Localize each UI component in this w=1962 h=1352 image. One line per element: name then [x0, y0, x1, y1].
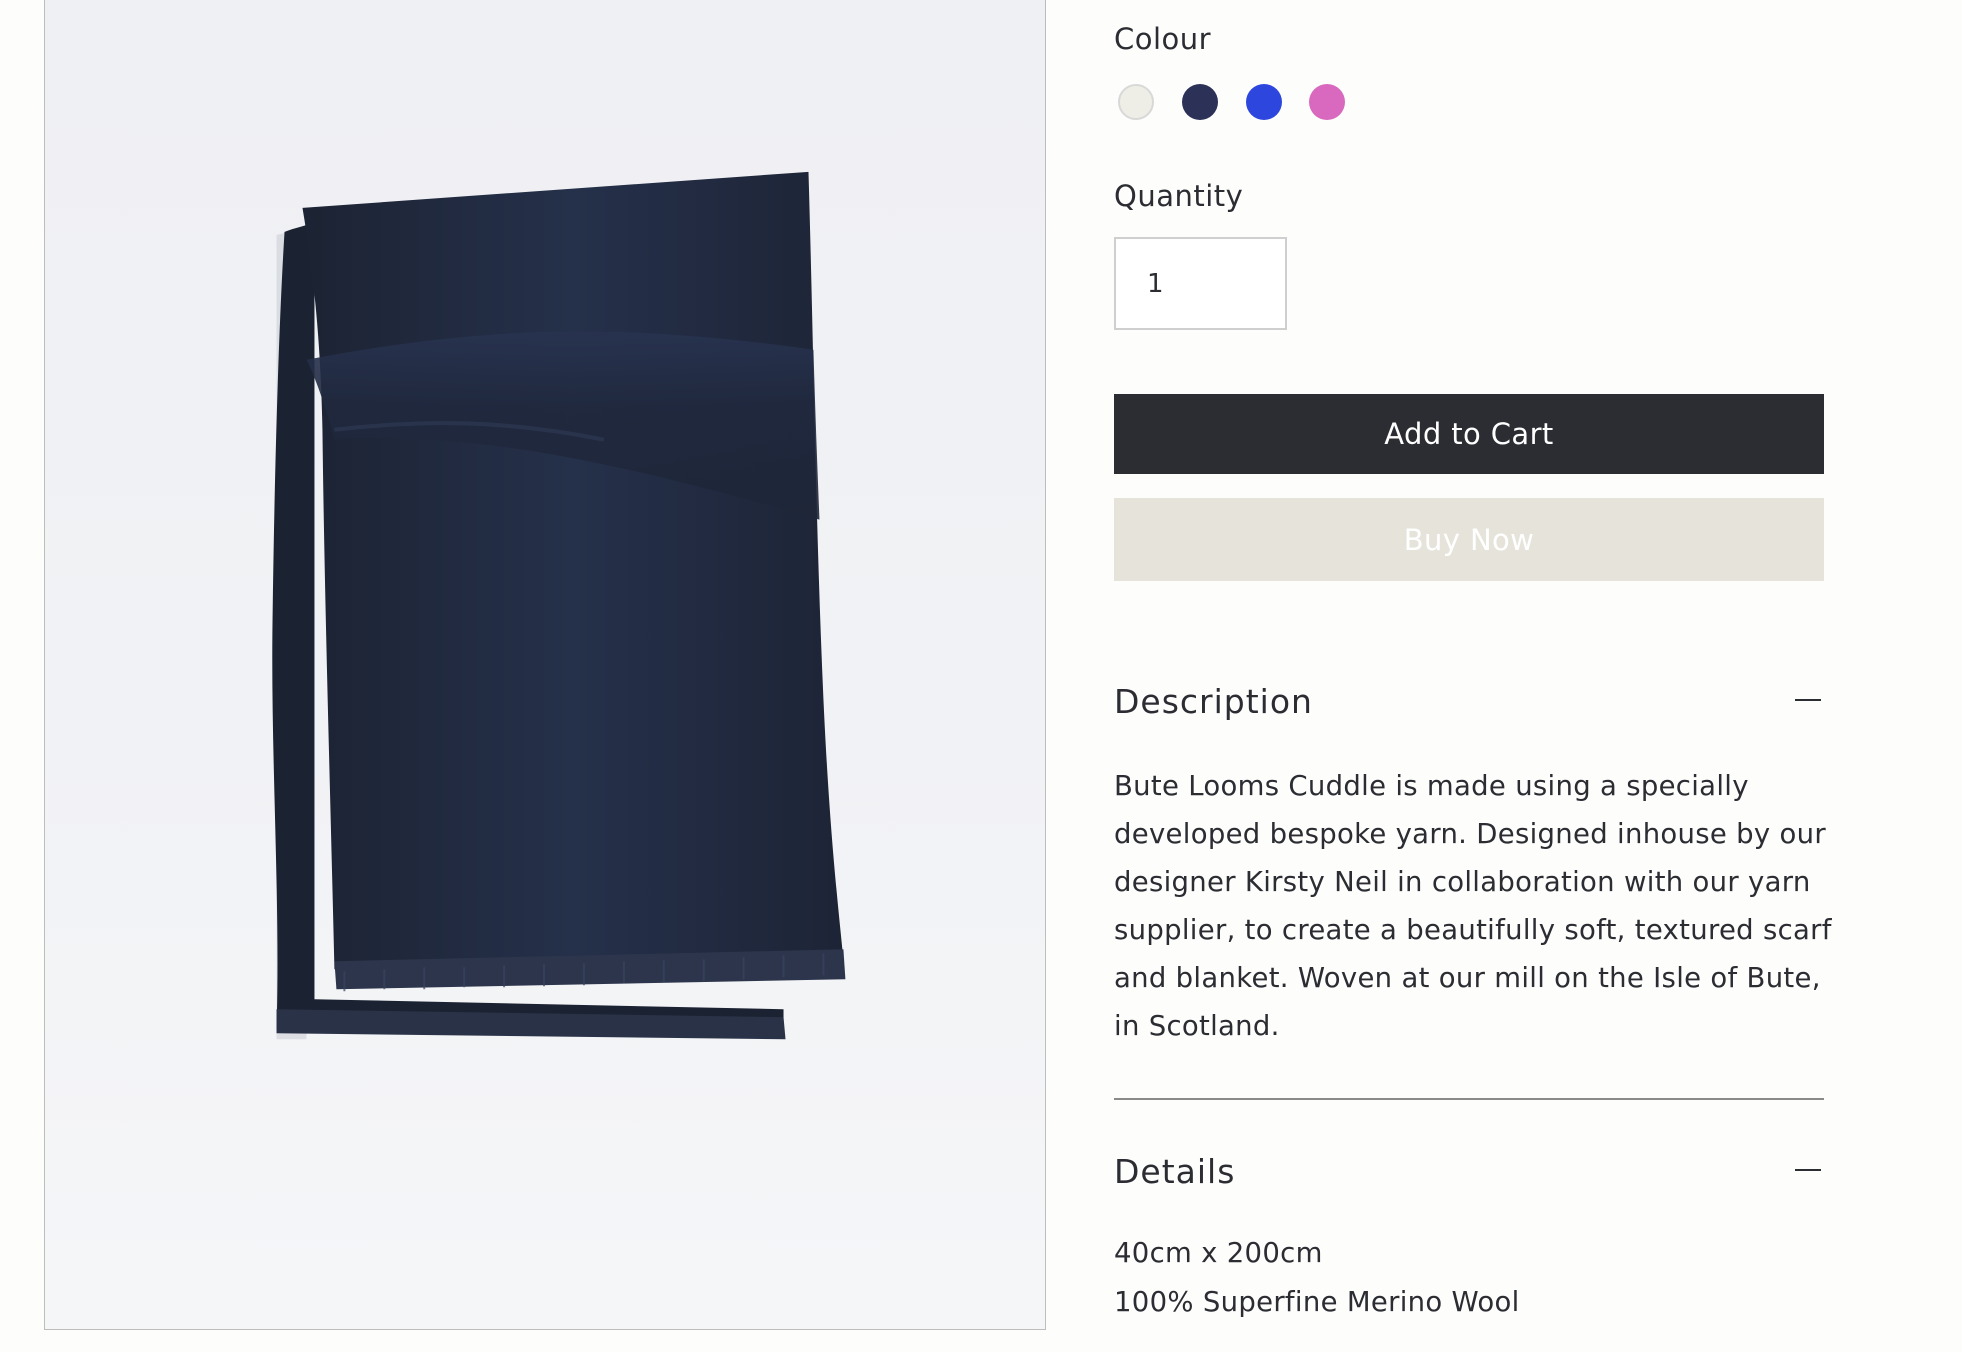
collapse-description-icon[interactable]	[1795, 699, 1821, 701]
add-to-cart-button[interactable]: Add to Cart	[1114, 394, 1824, 474]
swatch-blue[interactable]	[1246, 84, 1282, 120]
description-title[interactable]: Description	[1114, 682, 1313, 721]
swatch-navy[interactable]	[1182, 84, 1218, 120]
quantity-label: Quantity	[1114, 179, 1244, 213]
swatch-cream[interactable]	[1118, 84, 1154, 120]
detail-material: 100% Superfine Merino Wool	[1114, 1286, 1520, 1318]
product-image	[44, 0, 1046, 1330]
section-divider	[1114, 1098, 1824, 1100]
collapse-details-icon[interactable]	[1795, 1169, 1821, 1171]
details-title[interactable]: Details	[1114, 1152, 1235, 1191]
buy-now-button[interactable]: Buy Now	[1114, 498, 1824, 581]
colour-label: Colour	[1114, 22, 1212, 56]
quantity-input[interactable]	[1114, 237, 1287, 330]
description-text: Bute Looms Cuddle is made using a specia…	[1114, 770, 1832, 1042]
scarf-illustration	[272, 171, 846, 1040]
detail-dimensions: 40cm x 200cm	[1114, 1237, 1323, 1269]
swatch-pink[interactable]	[1309, 84, 1345, 120]
product-page: Colour Quantity Add to Cart Buy Now Desc…	[0, 0, 1962, 1352]
